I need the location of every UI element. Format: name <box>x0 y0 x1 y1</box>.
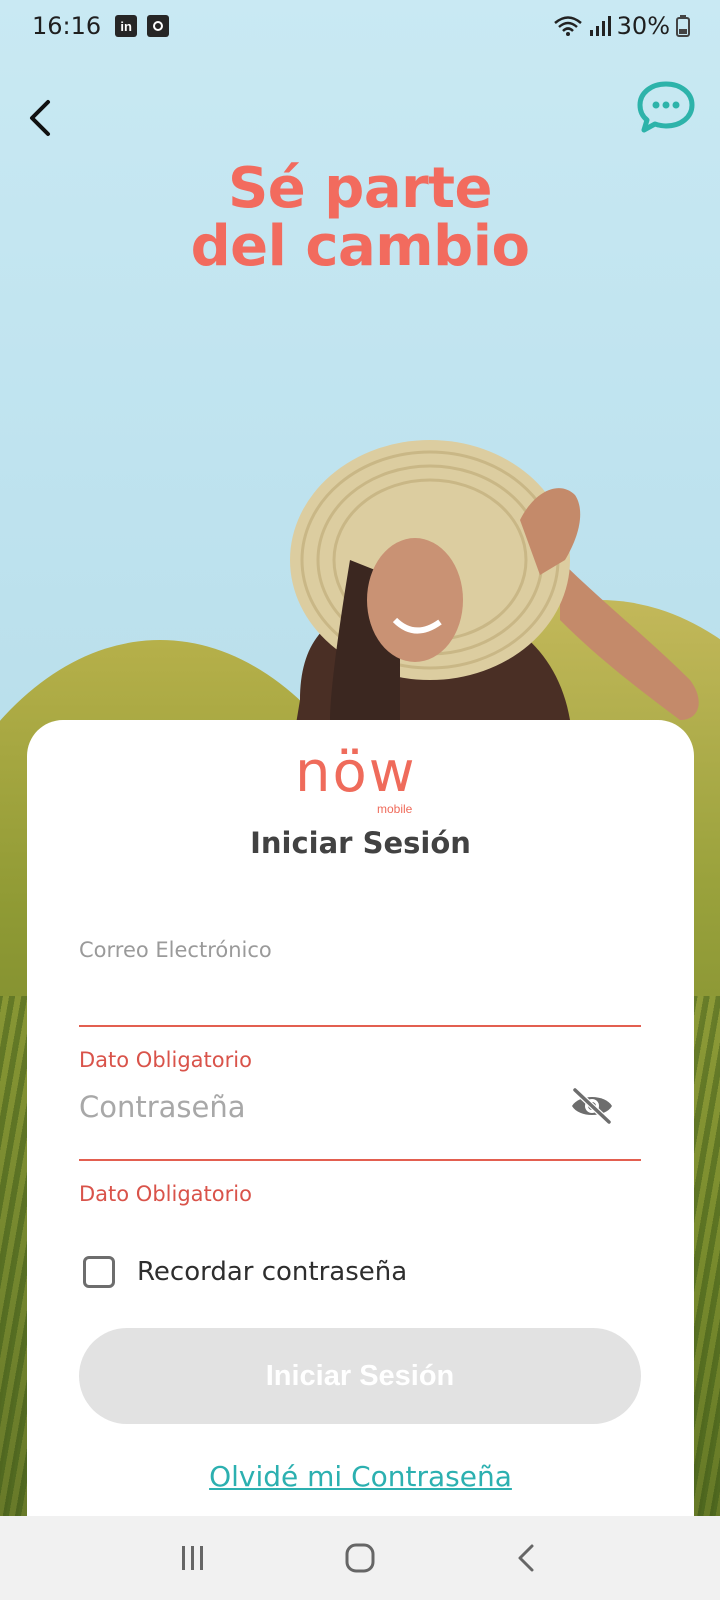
login-title: Iniciar Sesión <box>250 826 471 860</box>
signal-icon <box>589 16 611 36</box>
brand-logo: nöw mobile <box>295 740 435 818</box>
password-field-group: Dato Obligatorio <box>79 1082 641 1232</box>
chevron-left-icon <box>30 100 50 136</box>
status-bar: 16:16 in 30% <box>0 0 720 52</box>
headline-line-1: Sé parte <box>227 156 493 221</box>
email-input[interactable] <box>79 976 579 1016</box>
status-time: 16:16 <box>32 12 102 40</box>
password-underline <box>79 1159 641 1161</box>
home-icon <box>345 1543 375 1573</box>
email-label: Correo Electrónico <box>79 938 272 962</box>
login-card: nöw mobile Iniciar Sesión Correo Electró… <box>27 720 694 1520</box>
home-button[interactable] <box>330 1528 390 1588</box>
notification-icons: in <box>115 15 170 37</box>
system-back-button[interactable] <box>497 1528 557 1588</box>
back-button[interactable] <box>22 96 62 140</box>
battery-percent: 30% <box>616 12 670 40</box>
remember-label: Recordar contraseña <box>137 1257 408 1287</box>
email-error-message: Dato Obligatorio <box>79 1048 252 1072</box>
chat-button[interactable] <box>636 80 696 134</box>
status-right: 30% <box>553 12 690 40</box>
media-icon <box>147 15 170 37</box>
login-submit-button[interactable]: Iniciar Sesión <box>79 1328 641 1424</box>
system-navigation-bar <box>0 1516 720 1600</box>
hero-headline: Sé parte del cambio <box>0 160 720 276</box>
toggle-password-visibility-button[interactable] <box>569 1086 615 1126</box>
eye-off-icon <box>572 1087 612 1125</box>
email-field-group: Correo Electrónico Dato Obligatorio <box>79 938 641 1078</box>
password-error-message: Dato Obligatorio <box>79 1182 252 1206</box>
linkedin-icon: in <box>115 15 138 37</box>
remember-checkbox[interactable] <box>83 1256 115 1288</box>
password-input[interactable] <box>79 1082 579 1132</box>
wifi-icon <box>553 16 582 36</box>
back-arrow-icon <box>518 1544 534 1572</box>
headline-line-2: del cambio <box>190 214 530 279</box>
recent-apps-icon <box>182 1546 204 1570</box>
logo-subtitle: mobile <box>377 802 413 816</box>
recent-apps-button[interactable] <box>163 1528 223 1588</box>
logo-word: nöw <box>295 740 417 805</box>
woman-with-hat-illustration <box>290 440 699 760</box>
forgot-password-link[interactable]: Olvidé mi Contraseña <box>27 1460 694 1493</box>
remember-password-row[interactable]: Recordar contraseña <box>83 1256 407 1288</box>
battery-icon <box>676 15 690 37</box>
chat-bubble-icon <box>637 81 695 133</box>
email-underline <box>79 1025 641 1027</box>
